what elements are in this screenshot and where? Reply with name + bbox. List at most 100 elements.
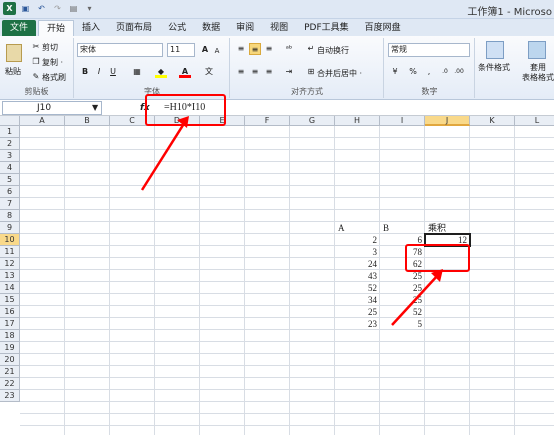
row-header-12[interactable]: 12: [0, 258, 20, 270]
column-header-f[interactable]: F: [245, 116, 290, 126]
row-header-7[interactable]: 7: [0, 198, 20, 210]
row-header-5[interactable]: 5: [0, 174, 20, 186]
header-cell-h9[interactable]: A: [335, 222, 380, 234]
header-cell-i9[interactable]: B: [380, 222, 425, 234]
cell-i16[interactable]: 52: [380, 306, 425, 318]
row-header-21[interactable]: 21: [0, 366, 20, 378]
tab-formulas[interactable]: 公式: [160, 20, 194, 36]
name-box[interactable]: J10: [2, 101, 102, 115]
column-header-h[interactable]: H: [335, 116, 380, 126]
phonetic-icon[interactable]: 文: [203, 66, 215, 78]
fill-color-icon[interactable]: ◆: [155, 66, 167, 78]
row-header-11[interactable]: 11: [0, 246, 20, 258]
align-top-icon[interactable]: ≡: [235, 43, 247, 55]
cell-h13[interactable]: 43: [335, 270, 380, 282]
percent-button[interactable]: %: [407, 66, 419, 78]
wrap-text-button[interactable]: 自动换行: [317, 45, 349, 56]
print-preview-icon[interactable]: ▤: [67, 2, 80, 15]
row-header-1[interactable]: 1: [0, 126, 20, 138]
tab-data[interactable]: 数据: [194, 20, 228, 36]
borders-icon[interactable]: ▦: [131, 66, 143, 78]
cell-h14[interactable]: 52: [335, 282, 380, 294]
tab-view[interactable]: 视图: [262, 20, 296, 36]
customize-toolbar-icon[interactable]: ▾: [83, 2, 96, 15]
undo-icon[interactable]: ↶: [35, 2, 48, 15]
tab-review[interactable]: 审阅: [228, 20, 262, 36]
row-header-19[interactable]: 19: [0, 342, 20, 354]
cell-h17[interactable]: 23: [335, 318, 380, 330]
column-header-b[interactable]: B: [65, 116, 110, 126]
select-all-corner[interactable]: [0, 116, 20, 126]
cell-j14[interactable]: [425, 282, 470, 294]
underline-button[interactable]: U: [107, 66, 119, 78]
tab-baidu-netdisk[interactable]: 百度网盘: [357, 20, 409, 36]
cell-i14[interactable]: 25: [380, 282, 425, 294]
align-right-icon[interactable]: ≡: [263, 66, 275, 78]
cell-i17[interactable]: 5: [380, 318, 425, 330]
cell-i15[interactable]: 25: [380, 294, 425, 306]
shrink-font-icon[interactable]: A: [211, 45, 223, 57]
copy-button[interactable]: 复制 ·: [42, 57, 63, 68]
row-header-2[interactable]: 2: [0, 138, 20, 150]
row-header-10[interactable]: 10: [0, 234, 20, 246]
cell-h15[interactable]: 34: [335, 294, 380, 306]
row-header-17[interactable]: 17: [0, 318, 20, 330]
indent-icon[interactable]: ⇥: [283, 66, 295, 78]
font-size-select[interactable]: 11: [167, 43, 195, 57]
currency-icon[interactable]: ¥: [389, 66, 401, 78]
cell-h11[interactable]: 3: [335, 246, 380, 258]
number-format-select[interactable]: 常规: [388, 43, 470, 57]
column-header-i[interactable]: I: [380, 116, 425, 126]
name-box-dropdown-icon[interactable]: ▼: [92, 101, 98, 115]
tab-pdf-tools[interactable]: PDF工具集: [296, 20, 357, 36]
row-header-13[interactable]: 13: [0, 270, 20, 282]
row-header-4[interactable]: 4: [0, 162, 20, 174]
redo-icon[interactable]: ↷: [51, 2, 64, 15]
tab-home[interactable]: 开始: [38, 20, 75, 36]
font-name-select[interactable]: 宋体: [77, 43, 163, 57]
align-middle-icon[interactable]: ≡: [249, 43, 261, 55]
row-header-14[interactable]: 14: [0, 282, 20, 294]
increase-decimal-icon[interactable]: .0: [439, 66, 451, 78]
cut-button[interactable]: 剪切: [42, 42, 58, 53]
column-header-l[interactable]: L: [515, 116, 554, 126]
tab-file[interactable]: 文件: [2, 20, 37, 36]
tab-insert[interactable]: 插入: [74, 20, 108, 36]
row-header-22[interactable]: 22: [0, 378, 20, 390]
row-header-9[interactable]: 9: [0, 222, 20, 234]
tab-page-layout[interactable]: 页面布局: [108, 20, 160, 36]
cell-j15[interactable]: [425, 294, 470, 306]
row-header-3[interactable]: 3: [0, 150, 20, 162]
format-painter-button[interactable]: 格式刷: [42, 72, 66, 83]
row-header-15[interactable]: 15: [0, 294, 20, 306]
cell-h10[interactable]: 2: [335, 234, 380, 246]
font-color-icon[interactable]: A: [179, 66, 191, 78]
row-header-23[interactable]: 23: [0, 390, 20, 402]
column-header-g[interactable]: G: [290, 116, 335, 126]
row-header-6[interactable]: 6: [0, 186, 20, 198]
conditional-format-button[interactable]: 条件格式: [478, 62, 510, 73]
row-header-16[interactable]: 16: [0, 306, 20, 318]
grow-font-icon[interactable]: A: [199, 44, 211, 56]
cell-h12[interactable]: 24: [335, 258, 380, 270]
bold-button[interactable]: B: [79, 66, 91, 78]
row-header-20[interactable]: 20: [0, 354, 20, 366]
decrease-decimal-icon[interactable]: .00: [453, 66, 465, 78]
paste-icon[interactable]: [6, 44, 22, 62]
cell-j16[interactable]: [425, 306, 470, 318]
cell-h16[interactable]: 25: [335, 306, 380, 318]
row-header-18[interactable]: 18: [0, 330, 20, 342]
orientation-icon[interactable]: ᵃᵇ: [283, 43, 295, 55]
column-header-a[interactable]: A: [20, 116, 65, 126]
cell-j17[interactable]: [425, 318, 470, 330]
paste-button-label[interactable]: 粘贴: [5, 66, 21, 77]
align-left-icon[interactable]: ≡: [235, 66, 247, 78]
column-header-k[interactable]: K: [470, 116, 515, 126]
column-header-j[interactable]: J: [425, 116, 470, 126]
italic-button[interactable]: I: [93, 66, 105, 78]
merge-center-button[interactable]: 合并后居中 ·: [317, 68, 362, 79]
row-header-8[interactable]: 8: [0, 210, 20, 222]
save-icon[interactable]: ▣: [19, 2, 32, 15]
align-center-icon[interactable]: ≡: [249, 66, 261, 78]
comma-button[interactable]: ,: [423, 66, 435, 78]
